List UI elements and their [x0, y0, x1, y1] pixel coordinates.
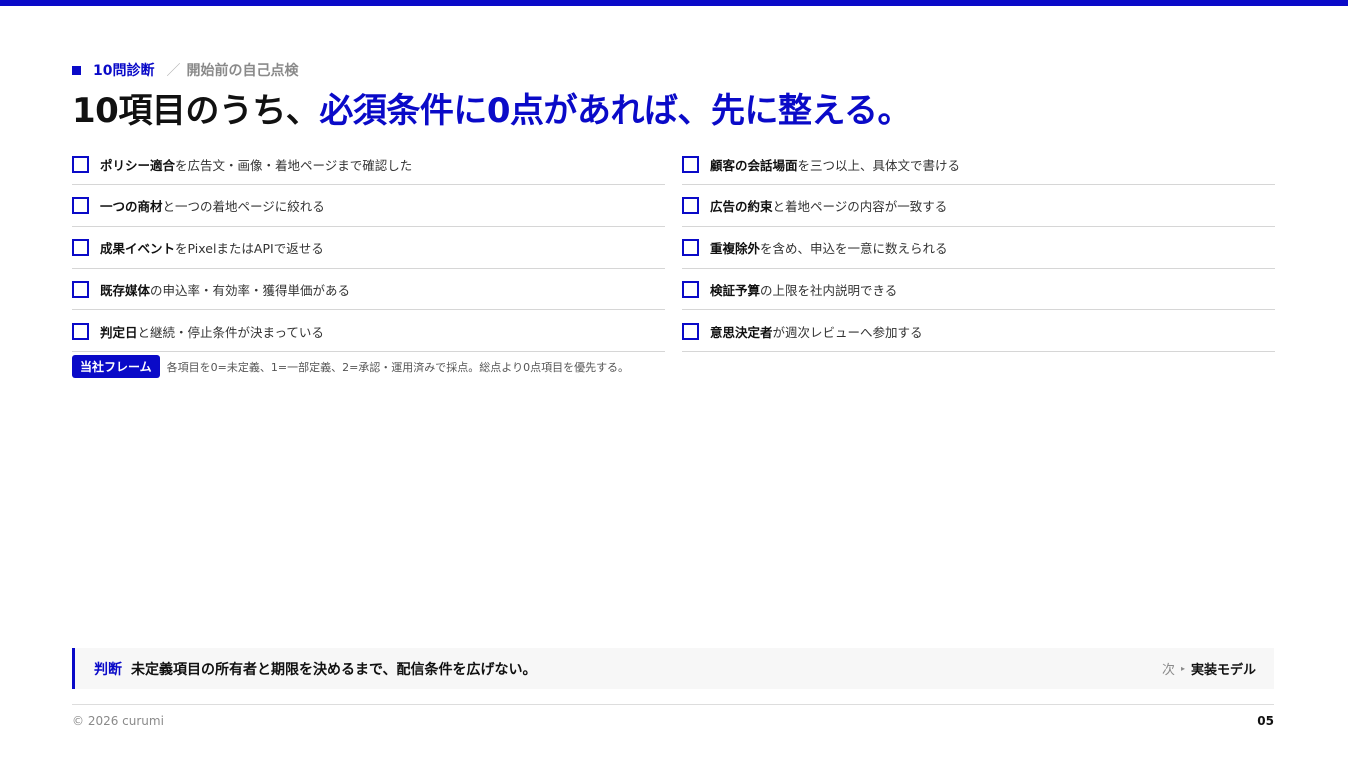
kicker-title: 10問診断 — [93, 63, 155, 79]
item-text: を広告文・画像・着地ページまで確認した — [175, 157, 413, 173]
judgement-label: 判断 — [94, 661, 122, 678]
checklist-item: 一つの商材と一つの着地ページに絞れる — [72, 186, 665, 227]
kicker: 10問診断 ／ 開始前の自己点検 — [72, 60, 298, 80]
item-text: を三つ以上、具体文で書ける — [797, 157, 961, 173]
item-keyword: 既存媒体 — [100, 282, 151, 298]
checklist-item-label: 重複除外を含め、申込を一意に数えられる — [710, 238, 948, 257]
checkbox[interactable] — [72, 322, 89, 340]
checklist-item: 広告の約束と着地ページの内容が一致する — [682, 186, 1275, 227]
checklist-item-label: 意思決定者が週次レビューへ参加する — [710, 322, 923, 341]
item-text: の申込率・有効率・獲得単価がある — [150, 282, 351, 298]
item-keyword: 顧客の会話場面 — [710, 157, 798, 173]
item-text: をPixelまたはAPIで返せる — [175, 241, 324, 256]
item-keyword: 判定日 — [100, 324, 138, 340]
item-keyword: 検証予算 — [710, 282, 761, 298]
kicker-subtitle: 開始前の自己点検 — [186, 63, 299, 79]
checklist-item-label: 一つの商材と一つの着地ページに絞れる — [100, 196, 325, 215]
next-target[interactable]: 実装モデル — [1191, 659, 1256, 678]
item-keyword: 重複除外 — [710, 241, 761, 256]
checklist-item-label: 顧客の会話場面を三つ以上、具体文で書ける — [710, 155, 960, 174]
checklist-item: 既存媒体の申込率・有効率・獲得単価がある — [72, 269, 665, 311]
checkbox[interactable] — [682, 280, 699, 298]
checkbox[interactable] — [72, 155, 89, 173]
checklist-item-label: 判定日と継続・停止条件が決まっている — [100, 322, 324, 341]
checkbox[interactable] — [682, 322, 699, 340]
checklist-item-label: 検証予算の上限を社内説明できる — [710, 280, 897, 299]
footer-divider — [72, 704, 1274, 705]
item-text: と着地ページの内容が一致する — [772, 199, 948, 215]
kicker-separator: ／ — [166, 63, 181, 79]
checklist-item-label: ポリシー適合を広告文・画像・着地ページまで確認した — [100, 155, 412, 174]
scoring-note: 当社フレーム 各項目を0=未定義、1=一部定義、2=承認・運用済みで採点。総点よ… — [72, 355, 629, 378]
judgement-text: 未定義項目の所有者と期限を決めるまで、配信条件を広げない。 — [131, 661, 537, 678]
item-text: が週次レビューへ参加する — [772, 324, 923, 340]
checkbox[interactable] — [682, 155, 699, 173]
checklist-item-label: 広告の約束と着地ページの内容が一致する — [710, 196, 947, 215]
next-link[interactable]: 次 ▸ 実装モデル — [1162, 648, 1256, 689]
page-number: 05 — [1257, 714, 1274, 728]
title-lead: 10項目のうち、 — [72, 91, 320, 131]
checklist-item: 成果イベントをPixelまたはAPIで返せる — [72, 228, 665, 269]
judgement-accent-bar — [72, 648, 75, 689]
checklist-item-label: 成果イベントをPixelまたはAPIで返せる — [100, 238, 324, 257]
item-text: と一つの着地ページに絞れる — [162, 199, 325, 215]
copyright: © 2026 curumi — [72, 714, 164, 728]
checklist-left: ポリシー適合を広告文・画像・着地ページまで確認した 一つの商材と一つの着地ページ… — [72, 144, 665, 353]
item-text: と継続・停止条件が決まっている — [137, 324, 324, 340]
checklist-item: 重複除外を含め、申込を一意に数えられる — [682, 228, 1275, 269]
item-keyword: 意思決定者 — [710, 324, 773, 340]
square-bullet-icon — [72, 65, 81, 75]
checklist-item-label: 既存媒体の申込率・有効率・獲得単価がある — [100, 280, 350, 299]
checkbox[interactable] — [72, 197, 89, 215]
item-keyword: ポリシー適合 — [100, 157, 176, 173]
checklist-item: 検証予算の上限を社内説明できる — [682, 269, 1275, 311]
judgement-box: 判断 未定義項目の所有者と期限を決めるまで、配信条件を広げない。 次 ▸ 実装モ… — [72, 648, 1274, 689]
checkbox[interactable] — [682, 239, 699, 256]
checkbox[interactable] — [682, 197, 699, 215]
triangle-right-icon: ▸ — [1180, 664, 1185, 673]
title-accent: 必須条件に0点があれば、先に整える。 — [319, 91, 911, 131]
checklist-item: ポリシー適合を広告文・画像・着地ページまで確認した — [72, 144, 665, 185]
item-text: の上限を社内説明できる — [760, 282, 898, 298]
checklist-item: 顧客の会話場面を三つ以上、具体文で書ける — [682, 144, 1275, 185]
checklist-right: 顧客の会話場面を三つ以上、具体文で書ける 広告の約束と着地ページの内容が一致する… — [682, 144, 1275, 353]
item-keyword: 成果イベント — [100, 241, 176, 256]
framework-badge: 当社フレーム — [72, 355, 160, 378]
scoring-note-text: 各項目を0=未定義、1=一部定義、2=承認・運用済みで採点。総点より0点項目を優… — [166, 360, 630, 374]
item-keyword: 広告の約束 — [710, 199, 773, 215]
checklist-item: 判定日と継続・停止条件が決まっている — [72, 311, 665, 352]
next-label: 次 — [1161, 663, 1175, 678]
checkbox[interactable] — [72, 239, 89, 256]
checklist-item: 意思決定者が週次レビューへ参加する — [682, 311, 1275, 352]
page-title: 10項目のうち、必須条件に0点があれば、先に整える。 — [72, 88, 911, 134]
top-accent-bar — [0, 0, 1348, 6]
item-keyword: 一つの商材 — [100, 199, 163, 215]
checkbox[interactable] — [72, 280, 89, 298]
item-text: を含め、申込を一意に数えられる — [760, 241, 948, 256]
